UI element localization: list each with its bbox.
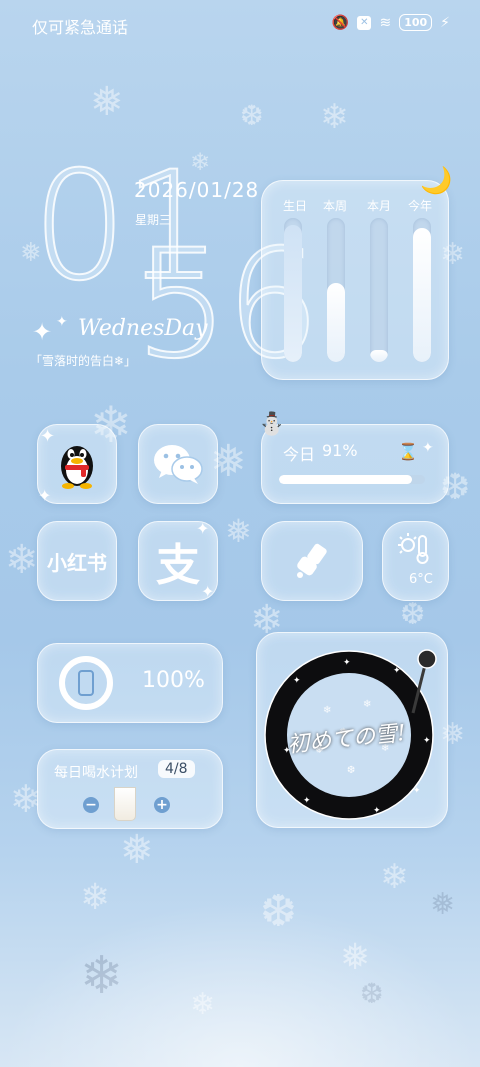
sparkle-icon: ✦ bbox=[196, 519, 210, 538]
snowflake-icon: ❄ bbox=[380, 857, 409, 897]
sparkle-icon: ✦ bbox=[32, 318, 53, 346]
today-progress-track bbox=[279, 475, 425, 484]
battery-widget[interactable]: 100% bbox=[37, 643, 223, 723]
today-progress-fill bbox=[279, 475, 412, 484]
weather-widget[interactable]: 6°C bbox=[382, 521, 449, 601]
carrier-text: 仅可紧急通话 bbox=[32, 18, 129, 37]
app-wechat[interactable] bbox=[138, 424, 218, 504]
svg-text:✦: ✦ bbox=[343, 658, 351, 668]
sparkle-icon: ✦ bbox=[422, 440, 434, 456]
sparkle-icon: ✦ bbox=[38, 486, 52, 505]
svg-text:❆: ❆ bbox=[347, 765, 355, 776]
clean-widget[interactable] bbox=[261, 521, 363, 601]
progress-track-week bbox=[327, 218, 345, 362]
status-icons: 🔕 ✕ ≋ 100 ⚡ bbox=[332, 14, 450, 31]
snowman-icon: ⛄ bbox=[258, 412, 286, 437]
music-widget[interactable]: ❄ ❄ ❅ ❄ ❆ ❅ ✦ ✦ ✦ ✦ ✦ ✦ ✦ ✦ 初めての雪! bbox=[256, 632, 448, 828]
battery-ring bbox=[59, 656, 113, 710]
progress-label-month: 本月 bbox=[367, 199, 392, 213]
weekday-script: WednesDay bbox=[78, 316, 208, 341]
sparkle-icon: ✦ bbox=[201, 582, 215, 601]
battery-percent-text: 100% bbox=[142, 668, 205, 693]
app-xiaohongshu[interactable]: 小红书 bbox=[37, 521, 117, 601]
progress-label-week: 本周 bbox=[323, 199, 348, 213]
water-minus-button[interactable]: − bbox=[83, 797, 99, 813]
progress-label-year: 今年 bbox=[408, 199, 433, 213]
thermometer-sun-icon bbox=[397, 532, 433, 568]
hourglass-icon: ⌛ bbox=[398, 442, 418, 461]
water-plan-widget[interactable]: 每日喝水计划 4/8 − + bbox=[37, 749, 223, 829]
clock-weekday: 星期三 bbox=[135, 213, 172, 227]
home-screen: ❄ ❅ ❆ ❄ ❅ ❄ ❄ ❅ ❆ ❄ ❅ ❄ ❆ ❄ ❅ ❅ ❄ ❆ ❄ ❅ … bbox=[0, 0, 480, 1067]
snowflake-icon: ❄ bbox=[320, 97, 349, 137]
progress-fill-month bbox=[370, 350, 388, 362]
svg-text:✦: ✦ bbox=[393, 666, 401, 676]
progress-label-birthday: 生日 bbox=[283, 199, 308, 213]
milk-glass-icon bbox=[114, 787, 136, 821]
snowflake-icon: ❅ bbox=[120, 827, 154, 873]
broom-icon bbox=[262, 522, 362, 600]
progress-track-month bbox=[370, 218, 388, 362]
crescent-moon-icon: 🌙 bbox=[420, 166, 453, 196]
battery-indicator: 100 bbox=[399, 14, 433, 31]
mute-icon: 🔕 bbox=[331, 14, 350, 31]
snowflake-icon: ❆ bbox=[240, 99, 264, 132]
svg-text:✦: ✦ bbox=[413, 786, 421, 796]
sparkle-icon: ✦ bbox=[40, 426, 56, 447]
svg-text:✦: ✦ bbox=[373, 806, 381, 816]
svg-text:✦: ✦ bbox=[423, 736, 431, 746]
snowflake-icon: ❆ bbox=[400, 597, 426, 632]
svg-text:❄: ❄ bbox=[363, 699, 371, 710]
today-percent: 91% bbox=[322, 441, 358, 460]
water-plus-button[interactable]: + bbox=[154, 797, 170, 813]
water-plan-title: 每日喝水计划 bbox=[54, 765, 138, 781]
no-sim-icon: ✕ bbox=[357, 15, 372, 30]
snow-mist bbox=[0, 900, 480, 1067]
xiaohongshu-label: 小红书 bbox=[47, 550, 107, 575]
svg-text:✦: ✦ bbox=[293, 676, 301, 686]
charging-icon: ⚡ bbox=[440, 14, 450, 31]
today-label: 今日 bbox=[283, 445, 316, 464]
snowflake-icon: ❅ bbox=[90, 79, 124, 125]
chat-bubbles-icon bbox=[139, 425, 217, 503]
progress-fill-birthday bbox=[284, 225, 302, 362]
sparkle-icon: ✦ bbox=[56, 314, 68, 330]
progress-fill-year bbox=[413, 228, 431, 362]
progress-fill-week bbox=[327, 282, 345, 362]
temperature-text: 6°C bbox=[409, 572, 433, 587]
snowflake-icon: ❅ bbox=[225, 512, 252, 550]
snowflake-icon: ❄ bbox=[5, 537, 39, 583]
water-count: 4/8 bbox=[158, 760, 195, 778]
progress-track-year bbox=[413, 218, 431, 362]
svg-text:✦: ✦ bbox=[303, 796, 311, 806]
status-bar: 仅可紧急通话 🔕 ✕ ≋ 100 ⚡ bbox=[0, 0, 480, 50]
wifi-icon: ≋ bbox=[379, 14, 392, 31]
svg-text:❄: ❄ bbox=[323, 705, 331, 716]
progress-track-birthday bbox=[284, 218, 302, 362]
clock-date: 2026/01/28 bbox=[134, 178, 260, 202]
clock-caption: 「雪落时的告白❄」 bbox=[30, 354, 137, 368]
